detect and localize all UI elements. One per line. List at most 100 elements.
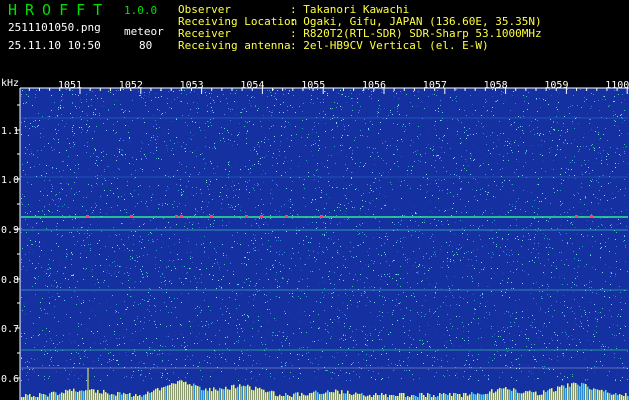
baseline-bar <box>65 389 67 400</box>
baseline-bar <box>373 395 375 400</box>
baseline-bar <box>341 390 343 400</box>
baseline-bar <box>619 394 621 400</box>
baseline-bar <box>143 394 145 400</box>
baseline-bar <box>565 388 567 400</box>
meteor-echo <box>285 215 288 218</box>
baseline-bar <box>261 389 263 400</box>
baseline-bar <box>221 388 223 400</box>
baseline-bar <box>477 393 479 400</box>
baseline-bar <box>197 385 199 400</box>
baseline-bar <box>135 394 137 400</box>
baseline-bar <box>203 390 205 400</box>
baseline-bar <box>107 393 109 400</box>
baseline-bar <box>429 394 431 400</box>
baseline-bar <box>283 396 285 400</box>
baseline-bar <box>623 396 625 400</box>
baseline-bar <box>279 394 281 400</box>
baseline-bar <box>71 390 73 400</box>
baseline-bar <box>427 393 429 400</box>
baseline-bar <box>93 389 95 400</box>
baseline-bar <box>177 381 179 400</box>
baseline-bar <box>75 391 77 400</box>
baseline-bar <box>113 394 115 400</box>
baseline-bar <box>403 393 405 400</box>
baseline-bar <box>467 395 469 400</box>
baseline-bar <box>267 391 269 400</box>
baseline-bar <box>179 380 181 400</box>
baseline-bar <box>395 396 397 400</box>
baseline-bar <box>381 393 383 400</box>
baseline-bar <box>151 392 153 400</box>
baseline-bar <box>249 386 251 400</box>
baseline-bar <box>323 393 325 400</box>
baseline-bar <box>609 393 611 400</box>
baseline-bar <box>377 395 379 400</box>
meteor-echo <box>180 215 183 218</box>
baseline-bar <box>465 393 467 400</box>
baseline-bar <box>39 393 41 400</box>
baseline-bar <box>353 394 355 400</box>
baseline-bar <box>305 395 307 400</box>
baseline-bar <box>627 396 629 400</box>
baseline-bar <box>119 392 121 400</box>
baseline-bar <box>213 387 215 400</box>
baseline-bar <box>551 388 553 400</box>
baseline-bar <box>347 390 349 400</box>
baseline-bar <box>537 395 539 400</box>
baseline-bar <box>393 395 395 400</box>
baseline-bar <box>33 396 35 400</box>
baseline-bar <box>439 393 441 400</box>
meteor-echo <box>86 215 89 218</box>
baseline-bar <box>415 396 417 400</box>
baseline-bar <box>443 393 445 400</box>
baseline-bar <box>367 395 369 400</box>
baseline-bar <box>451 396 453 400</box>
baseline-bar <box>275 395 277 400</box>
baseline-bar <box>83 391 85 400</box>
baseline-bar <box>307 395 309 400</box>
baseline-bar <box>321 393 323 400</box>
y-tick-label: 1.0 <box>1 175 19 186</box>
baseline-bar <box>589 389 591 400</box>
baseline-bar <box>459 394 461 400</box>
baseline-bar <box>523 392 525 400</box>
baseline-bar <box>557 386 559 400</box>
baseline-bar <box>333 392 335 400</box>
baseline-bar <box>319 394 321 400</box>
baseline-bar <box>271 390 273 400</box>
baseline-bar <box>349 393 351 400</box>
baseline-bar <box>479 393 481 400</box>
baseline-bar <box>601 389 603 400</box>
baseline-bar <box>237 386 239 400</box>
baseline-bar <box>191 385 193 400</box>
baseline-bar <box>67 390 69 400</box>
baseline-bar <box>303 394 305 400</box>
baseline-bar <box>263 389 265 400</box>
baseline-bar <box>49 393 51 400</box>
baseline-bar <box>51 391 53 400</box>
baseline-bar <box>521 393 523 400</box>
baseline-bar <box>569 386 571 400</box>
baseline-bar <box>61 392 63 400</box>
baseline-bar <box>545 392 547 400</box>
baseline-bar <box>43 394 45 400</box>
baseline-bar <box>309 393 311 400</box>
baseline-bar <box>529 390 531 400</box>
baseline-bar <box>145 394 147 400</box>
baseline-bar <box>413 395 415 400</box>
baseline-bar <box>463 393 465 400</box>
baseline-bar <box>447 395 449 400</box>
baseline-bar <box>121 394 123 400</box>
baseline-bar <box>207 390 209 400</box>
y-tick-label: 0.7 <box>1 324 19 335</box>
baseline-bar <box>385 394 387 400</box>
baseline-bar <box>281 396 283 400</box>
baseline-bar <box>519 393 521 400</box>
baseline-bar <box>103 389 105 400</box>
baseline-bar <box>397 396 399 400</box>
app-title: HROFFT <box>8 1 111 19</box>
baseline-bar <box>171 383 173 400</box>
baseline-bar <box>163 386 165 400</box>
baseline-bar <box>471 392 473 400</box>
baseline-bar <box>437 396 439 400</box>
